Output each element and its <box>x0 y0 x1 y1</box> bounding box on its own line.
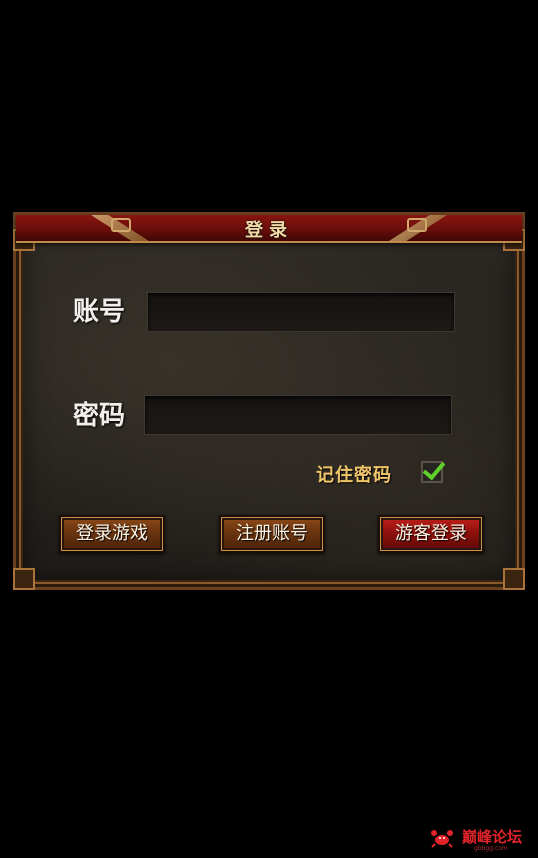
frame-corner <box>503 568 525 590</box>
remember-password-checkbox[interactable] <box>421 456 446 483</box>
password-input[interactable] <box>144 395 452 435</box>
dialog-title: 登录 <box>245 220 293 241</box>
watermark-subtext: gbbgg.com <box>474 845 508 852</box>
account-input[interactable] <box>147 292 455 332</box>
frame-corner <box>13 568 35 590</box>
register-account-button[interactable]: 注册账号 <box>219 515 325 553</box>
password-label: 密码 <box>73 401 126 431</box>
remember-password-label[interactable]: 记住密码 <box>316 461 392 487</box>
crab-icon <box>431 830 453 848</box>
login-dialog: 登录 账号 密码 记住密码 登录游戏 注册账号 游客登录 <box>13 212 525 590</box>
checkmark-icon <box>422 456 446 481</box>
login-game-button[interactable]: 登录游戏 <box>59 515 165 553</box>
account-label: 账号 <box>73 297 126 327</box>
game-screen: 登录 账号 密码 记住密码 登录游戏 注册账号 游客登录 巅峰论坛 gbbgg.… <box>0 0 538 858</box>
guest-login-button[interactable]: 游客登录 <box>378 515 484 553</box>
dialog-title-bar: 登录 <box>16 215 522 243</box>
watermark: 巅峰论坛 gbbgg.com <box>430 826 530 854</box>
watermark-text: 巅峰论坛 <box>462 828 523 846</box>
